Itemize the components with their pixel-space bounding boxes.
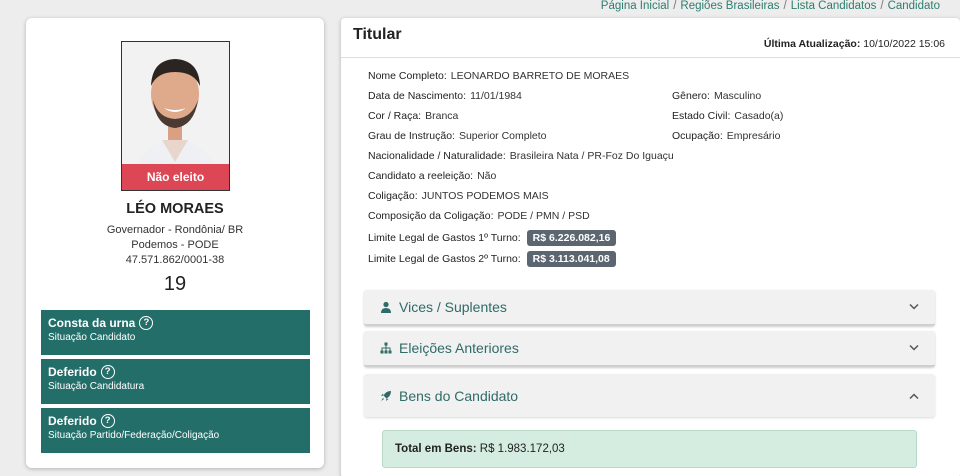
field-label: Coligação: — [368, 190, 418, 202]
field-coalition: Coligação: JUNTOS PODEMOS MAIS — [368, 190, 549, 202]
field-birth-date: Data de Nascimento: 11/01/1984 — [368, 90, 522, 102]
divider — [341, 57, 960, 58]
accordion-label: Vices / Suplentes — [399, 299, 507, 315]
field-label: Grau de Instrução: — [368, 130, 455, 142]
field-label: Gênero: — [672, 90, 710, 102]
candidate-office: Governador - Rondônia/ BR — [106, 224, 244, 236]
field-label: Cor / Raça: — [368, 110, 422, 122]
field-value: LEONARDO BARRETO DE MORAES — [450, 70, 630, 82]
not-elected-badge: Não eleito — [122, 164, 229, 190]
field-value: Empresário — [726, 130, 781, 142]
field-label: Limite Legal de Gastos 2º Turno: — [368, 253, 521, 265]
candidate-party: Podemos - PODE — [131, 239, 219, 251]
details-card: Titular Última Atualização: 10/10/2022 1… — [341, 18, 960, 476]
help-icon[interactable]: ? — [100, 365, 115, 379]
field-value: Superior Completo — [458, 130, 547, 142]
help-icon[interactable]: ? — [100, 414, 115, 428]
field-label: Estado Civil: — [672, 110, 731, 122]
accordion-label: Eleições Anteriores — [399, 340, 519, 356]
spending-limit-badge: R$ 3.113.041,08 — [526, 251, 616, 267]
field-value: JUNTOS PODEMOS MAIS — [421, 190, 549, 202]
chevron-up-icon[interactable] — [909, 392, 919, 399]
field-full-name: Nome Completo: LEONARDO BARRETO DE MORAES — [368, 70, 629, 82]
status-box-candidate: Consta da urna? Situação Candidato — [41, 310, 310, 355]
chevron-down-icon[interactable] — [909, 344, 919, 352]
field-value: Casado(a) — [734, 110, 784, 122]
status-subtitle: Situação Candidatura — [48, 381, 145, 392]
field-nationality: Nacionalidade / Naturalidade: Brasileira … — [368, 150, 674, 162]
field-education: Grau de Instrução: Superior Completo — [368, 130, 547, 142]
total-assets-value: R$ 1.983.172,03 — [479, 443, 565, 455]
candidate-photo: Não eleito — [121, 41, 230, 191]
field-label: Candidato a reeleição: — [368, 170, 474, 182]
accordion-label: Bens do Candidato — [399, 387, 519, 404]
field-race: Cor / Raça: Branca — [368, 110, 458, 122]
rocket-icon — [381, 390, 391, 401]
field-value: Brasileira Nata / PR-Foz Do Iguaçu — [509, 150, 674, 162]
status-box-candidacy: Deferido? Situação Candidatura — [41, 359, 310, 404]
candidate-card: Não eleito LÉO MORAES Governador - Rondô… — [26, 18, 324, 468]
breadcrumb-separator: / — [783, 0, 787, 12]
accordion-assets[interactable]: Bens do Candidato — [364, 374, 935, 417]
field-value: PODE / PMN / PSD — [497, 210, 590, 222]
breadcrumb-separator: / — [880, 0, 884, 12]
last-update: Última Atualização: 10/10/2022 15:06 — [764, 38, 945, 50]
sitemap-icon — [380, 342, 392, 354]
breadcrumb-home[interactable]: Página Inicial — [601, 0, 669, 12]
breadcrumb-current: Candidato — [887, 0, 940, 12]
breadcrumb: Página Inicial / Regiões Brasileiras / Lista… — [601, 0, 940, 12]
field-reelection: Candidato a reeleição: Não — [368, 170, 496, 182]
status-box-party: Deferido? Situação Partido/Federação/Col… — [41, 408, 310, 453]
field-occupation: Ocupação: Empresário — [672, 130, 780, 142]
breadcrumb-separator: / — [673, 0, 677, 12]
candidate-number: 19 — [163, 273, 187, 295]
accordion-vices[interactable]: Vices / Suplentes — [364, 290, 935, 326]
status-title: Consta da urna — [48, 316, 136, 330]
status-title: Deferido — [48, 365, 97, 379]
accordion-previous-elections[interactable]: Eleições Anteriores — [364, 331, 935, 367]
field-coalition-composition: Composição da Coligação: PODE / PMN / PSD — [368, 210, 590, 222]
details-title: Titular — [353, 26, 402, 43]
candidate-name: LÉO MORAES — [126, 201, 224, 217]
field-value: 11/01/1984 — [470, 90, 522, 102]
field-label: Ocupação: — [672, 130, 723, 142]
field-label: Nacionalidade / Naturalidade: — [368, 150, 506, 162]
total-assets-box: Total em Bens: R$ 1.983.172,03 — [382, 430, 917, 468]
candidate-cnpj: 47.571.862/0001-38 — [125, 254, 225, 266]
field-label: Nome Completo: — [368, 70, 447, 82]
breadcrumb-regions[interactable]: Regiões Brasileiras — [680, 0, 779, 12]
spending-limit-badge: R$ 6.226.082,16 — [526, 230, 617, 246]
field-gender: Gênero: Masculino — [672, 90, 761, 102]
field-spending-limit-1: Limite Legal de Gastos 1º Turno: R$ 6.226… — [368, 230, 617, 246]
last-update-value: 10/10/2022 15:06 — [863, 38, 945, 50]
breadcrumb-candidate-list[interactable]: Lista Candidatos — [791, 0, 877, 12]
field-label: Composição da Coligação: — [368, 210, 494, 222]
status-subtitle: Situação Candidato — [48, 332, 136, 343]
field-label: Data de Nascimento: — [368, 90, 467, 102]
user-icon — [381, 301, 391, 313]
total-assets-label: Total em Bens: — [395, 443, 477, 455]
status-subtitle: Situação Partido/Federação/Coligação — [48, 430, 220, 441]
field-spending-limit-2: Limite Legal de Gastos 2º Turno: R$ 3.113… — [368, 251, 616, 267]
chevron-down-icon[interactable] — [909, 303, 919, 311]
field-value: Masculino — [713, 90, 762, 102]
field-value: Não — [477, 170, 497, 182]
last-update-label: Última Atualização: — [763, 38, 861, 50]
field-label: Limite Legal de Gastos 1º Turno: — [368, 232, 521, 244]
field-civil-status: Estado Civil: Casado(a) — [672, 110, 783, 122]
field-value: Branca — [425, 110, 459, 122]
help-icon[interactable]: ? — [139, 316, 154, 330]
status-title: Deferido — [48, 414, 97, 428]
